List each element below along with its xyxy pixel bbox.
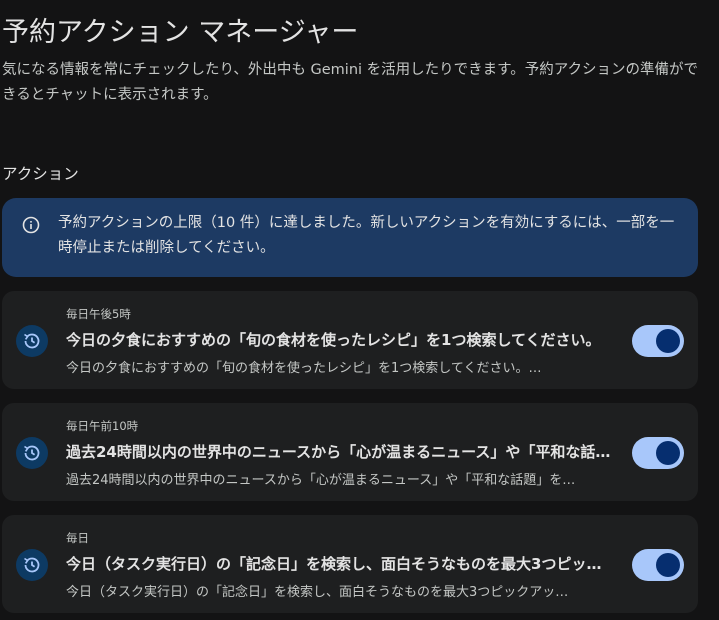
toggle-knob: [656, 441, 680, 465]
info-icon: [22, 216, 40, 234]
action-schedule: 毎日午前10時: [66, 419, 139, 433]
scheduled-history-icon: [16, 549, 48, 581]
scheduled-history-icon: [16, 325, 48, 357]
scheduled-action-card[interactable]: 毎日午前10時 過去24時間以内の世界中のニュースから「心が温まるニュース」や「…: [2, 403, 698, 501]
action-schedule: 毎日: [66, 531, 89, 545]
action-title: 今日の夕食におすすめの「旬の食材を使ったレシピ」を1つ検索してください。: [66, 331, 601, 349]
toggle-knob: [656, 329, 680, 353]
scheduled-action-card[interactable]: 毎日午後5時 今日の夕食におすすめの「旬の食材を使ったレシピ」を1つ検索してくだ…: [2, 291, 698, 389]
scheduled-history-icon: [16, 437, 48, 469]
page-description: 気になる情報を常にチェックしたり、外出中も Gemini を活用したりできます。…: [2, 62, 698, 103]
toggle-knob: [656, 553, 680, 577]
action-enabled-toggle[interactable]: [632, 549, 684, 581]
banner-text: 予約アクションの上限（10 件）に達しました。新しいアクションを有効にするには、…: [58, 215, 675, 256]
scheduled-action-card[interactable]: 毎日 今日（タスク実行日）の「記念日」を検索し、面白そうなものを最大3つピックア…: [2, 515, 698, 613]
action-schedule: 毎日午後5時: [66, 307, 131, 321]
limit-reached-banner: 予約アクションの上限（10 件）に達しました。新しいアクションを有効にするには、…: [2, 198, 698, 277]
action-subtitle: 今日（タスク実行日）の「記念日」を検索し、面白そうなものを最大3つピックアッ…: [66, 585, 569, 600]
action-subtitle: 今日の夕食におすすめの「旬の食材を使ったレシピ」を1つ検索してください。…: [66, 361, 542, 376]
action-enabled-toggle[interactable]: [632, 437, 684, 469]
action-subtitle: 過去24時間以内の世界中のニュースから「心が温まるニュース」や「平和な話題」を…: [66, 473, 576, 488]
page-title: 予約アクション マネージャー: [2, 17, 359, 48]
action-title: 過去24時間以内の世界中のニュースから「心が温まるニュース」や「平和な話題」を: [66, 443, 614, 461]
section-heading-actions: アクション: [2, 165, 79, 183]
action-enabled-toggle[interactable]: [632, 325, 684, 357]
action-title: 今日（タスク実行日）の「記念日」を検索し、面白そうなものを最大3つピックアップ: [66, 555, 614, 573]
